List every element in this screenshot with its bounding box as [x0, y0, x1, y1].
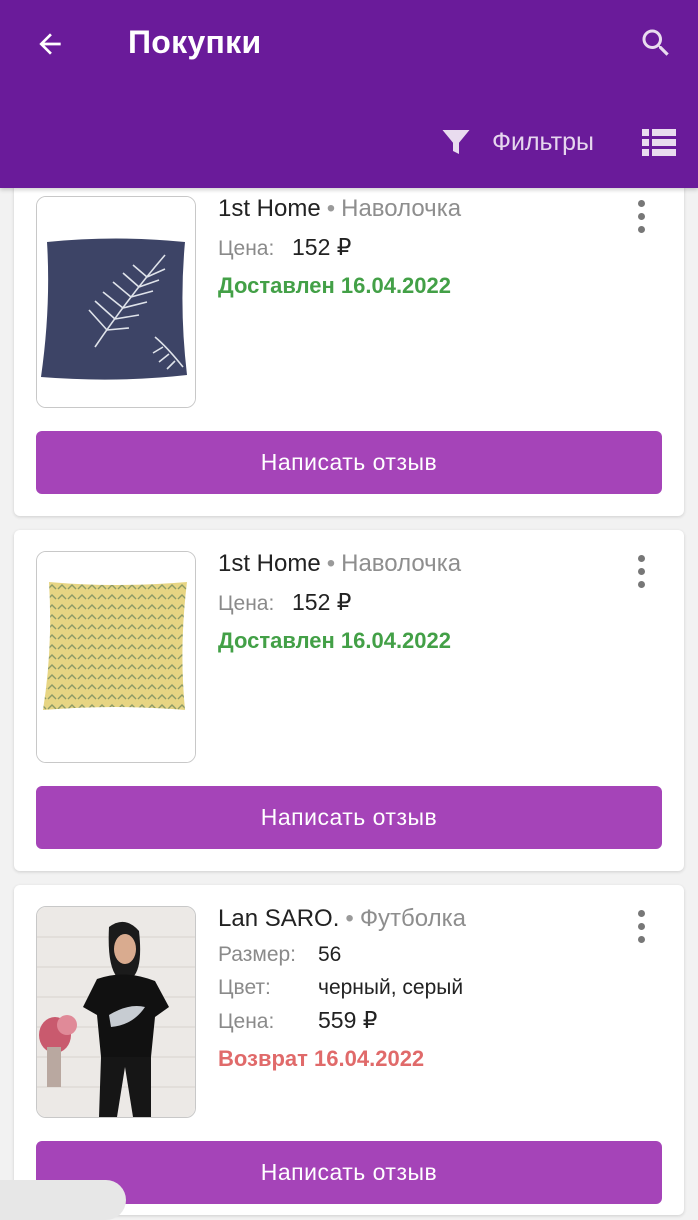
write-review-button[interactable]: Написать отзыв	[36, 786, 662, 849]
product-image[interactable]	[36, 551, 196, 763]
product-title: 1st Home • Наволочка	[218, 195, 462, 222]
color-row: Цвет: черный, серый	[218, 976, 463, 1000]
list-view-icon	[642, 129, 676, 156]
color-label: Цвет:	[218, 976, 271, 999]
more-options-button[interactable]	[628, 904, 654, 948]
price-label: Цена:	[218, 237, 275, 260]
brand-name: Lan SARO.	[218, 905, 340, 932]
product-category: Наволочка	[341, 550, 462, 577]
page-title: Покупки	[128, 24, 262, 60]
order-status: Возврат 16.04.2022	[218, 1046, 425, 1071]
view-mode-button[interactable]	[638, 122, 680, 162]
order-card: Lan SARO. • Футболка Размер: 56 Цвет: черный…	[14, 885, 684, 1215]
arrow-back-icon	[39, 33, 61, 55]
price-label: Цена:	[218, 1010, 275, 1033]
brand-name: 1st Home	[218, 550, 321, 577]
app-bar: Покупки Фильтры	[0, 0, 698, 188]
navy-pillow-image	[37, 197, 195, 407]
size-row: Размер: 56	[218, 943, 341, 967]
more-options-button[interactable]	[628, 194, 654, 238]
filters-label: Фильтры	[492, 127, 594, 156]
size-label: Размер:	[218, 943, 297, 966]
more-options-button[interactable]	[628, 549, 654, 593]
funnel-icon	[442, 130, 470, 154]
product-title: Lan SARO. • Футболка	[218, 905, 466, 932]
price-row: Цена: 152 ₽	[218, 234, 351, 261]
order-card: 1st Home • Наволочка Цена: 152 ₽ Доставлен …	[14, 170, 684, 516]
brand-name: 1st Home	[218, 195, 321, 222]
bottom-overlay-pill	[0, 1180, 126, 1220]
price-label: Цена:	[218, 592, 275, 615]
filters-button[interactable]: Фильтры	[438, 116, 594, 168]
write-review-button[interactable]: Написать отзыв	[36, 431, 662, 494]
back-button[interactable]	[26, 22, 74, 66]
search-button[interactable]	[632, 20, 680, 66]
color-value: черный, серый	[318, 976, 464, 999]
price-value: 152 ₽	[292, 589, 352, 615]
price-value: 559 ₽	[318, 1007, 378, 1033]
search-icon	[642, 29, 669, 56]
product-image[interactable]	[36, 196, 196, 408]
price-row: Цена: 152 ₽	[218, 589, 351, 616]
size-value: 56	[318, 943, 342, 966]
write-review-button[interactable]: Написать отзыв	[36, 1141, 662, 1204]
price-row: Цена: 559 ₽	[218, 1007, 377, 1034]
order-card: 1st Home • Наволочка Цена: 152 ₽ Доставлен …	[14, 530, 684, 871]
yellow-pillow-image	[37, 552, 195, 762]
price-value: 152 ₽	[292, 234, 352, 260]
tshirt-photo-image	[37, 907, 195, 1117]
order-status: Доставлен 16.04.2022	[218, 273, 451, 298]
product-image[interactable]	[36, 906, 196, 1118]
product-category: Наволочка	[341, 195, 462, 222]
product-title: 1st Home • Наволочка	[218, 550, 462, 577]
product-category: Футболка	[359, 905, 466, 932]
order-status: Доставлен 16.04.2022	[218, 628, 451, 653]
